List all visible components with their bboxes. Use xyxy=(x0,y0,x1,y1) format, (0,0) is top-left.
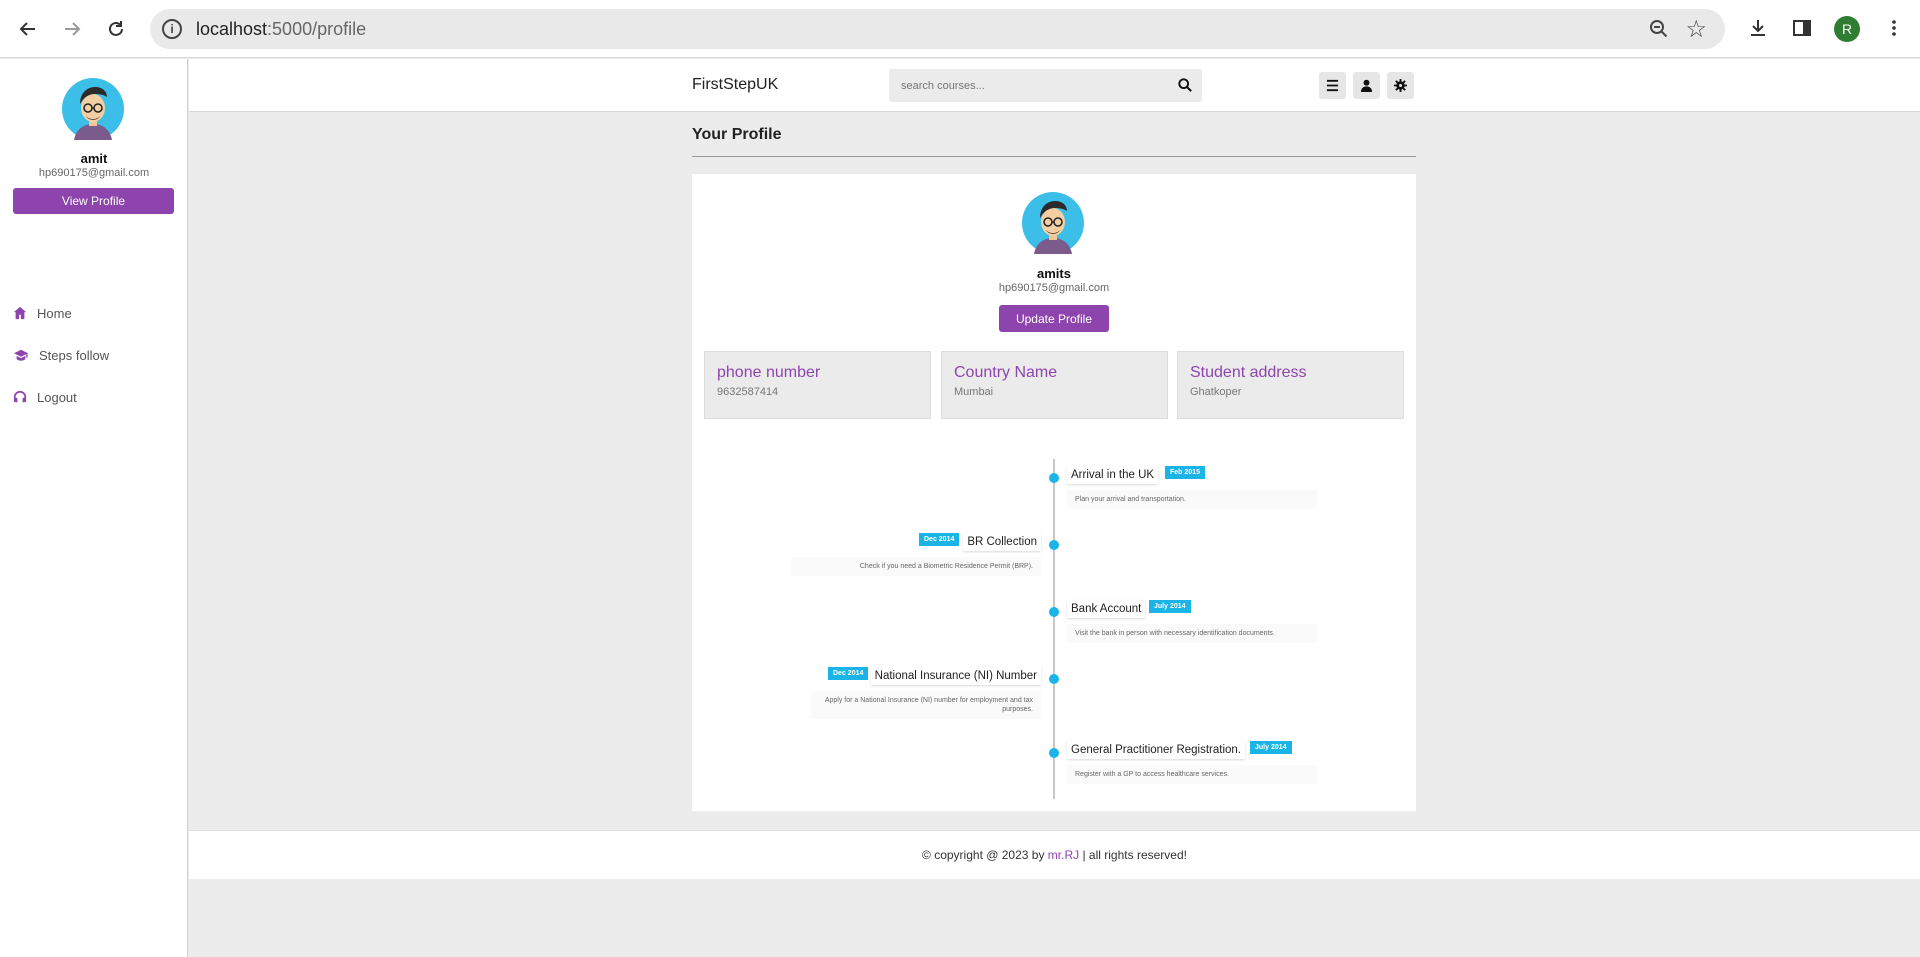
view-profile-button[interactable]: View Profile xyxy=(13,188,174,214)
back-icon[interactable] xyxy=(14,15,42,43)
sidebar-item-logout[interactable]: Logout xyxy=(13,386,77,408)
side-panel-icon[interactable] xyxy=(1788,14,1816,42)
app-header: FirstStepUK xyxy=(189,59,1920,112)
sidebar-user-name: amit xyxy=(80,151,108,166)
user-icon xyxy=(1360,79,1373,92)
brand-logo-text[interactable]: FirstStepUK xyxy=(692,76,778,94)
timeline-title: National Insurance (NI) Number xyxy=(870,667,1041,685)
url-text[interactable]: localhost:5000/profile xyxy=(196,19,366,40)
url-path: :5000/profile xyxy=(267,19,367,39)
avatar[interactable] xyxy=(62,78,124,140)
sidebar: amit hp690175@gmail.com View Profile Hom… xyxy=(0,59,188,957)
hamburger-icon xyxy=(1326,79,1339,92)
footer: © copyright @ 2023 by mr.RJ | all rights… xyxy=(189,830,1920,879)
timeline-item: Arrival in the UK Feb 2015 Plan your arr… xyxy=(692,466,1416,536)
sidebar-item-label: Steps follow xyxy=(39,347,110,363)
search-icon[interactable] xyxy=(1178,78,1192,92)
timeline-description: Check if you need a Biometric Residence … xyxy=(791,557,1041,577)
copyright-suffix: | all rights reserved! xyxy=(1079,848,1187,862)
menu-dots-icon[interactable] xyxy=(1880,14,1908,42)
info-box-label: phone number xyxy=(717,364,821,381)
update-profile-button[interactable]: Update Profile xyxy=(999,305,1109,332)
timeline-title: BR Collection xyxy=(963,533,1041,551)
bookmark-star-icon[interactable]: ☆ xyxy=(1685,15,1707,44)
settings-button[interactable] xyxy=(1387,72,1414,99)
forward-icon[interactable] xyxy=(58,15,86,43)
avatar xyxy=(1022,192,1084,254)
search-input[interactable] xyxy=(889,69,1159,102)
timeline-dot xyxy=(1049,674,1059,684)
profile-card: amits hp690175@gmail.com Update Profile … xyxy=(692,174,1416,811)
timeline-item: BR Collection Dec 2014 Check if you need… xyxy=(692,533,1416,603)
info-box-label: Country Name xyxy=(954,364,1058,381)
info-box-address: Student address Ghatkoper xyxy=(1177,351,1404,419)
timeline-item: Bank Account July 2014 Visit the bank in… xyxy=(692,600,1416,670)
timeline-description: Apply for a National Insurance (NI) numb… xyxy=(811,691,1041,720)
timeline-date-badge: July 2014 xyxy=(1250,741,1292,754)
timeline-dot xyxy=(1049,473,1059,483)
timeline-description: Visit the bank in person with necessary … xyxy=(1067,624,1317,644)
timeline-date-badge: Dec 2014 xyxy=(828,667,869,680)
timeline-date-badge: Dec 2014 xyxy=(919,533,960,546)
profile-email: hp690175@gmail.com xyxy=(998,282,1110,294)
timeline-title: General Practitioner Registration. xyxy=(1067,741,1246,759)
info-box-country: Country Name Mumbai xyxy=(941,351,1168,419)
menu-button[interactable] xyxy=(1319,72,1346,99)
timeline-date-badge: July 2014 xyxy=(1149,600,1191,613)
copyright-prefix: © copyright @ 2023 by xyxy=(922,848,1048,862)
timeline-title: Arrival in the UK xyxy=(1067,466,1159,484)
info-box-phone: phone number 9632587414 xyxy=(704,351,931,419)
gear-icon xyxy=(1394,79,1407,92)
sidebar-user-email: hp690175@gmail.com xyxy=(38,167,150,179)
reload-icon[interactable] xyxy=(102,15,130,43)
info-box-label: Student address xyxy=(1190,364,1307,381)
copyright-text: © copyright @ 2023 by mr.RJ | all rights… xyxy=(189,848,1920,862)
graduation-cap-icon xyxy=(14,349,28,361)
user-button[interactable] xyxy=(1353,72,1380,99)
title-divider xyxy=(692,156,1416,157)
browser-profile-avatar[interactable]: R xyxy=(1834,16,1860,42)
browser-toolbar: i localhost:5000/profile ☆ R xyxy=(0,0,1920,58)
timeline-title: Bank Account xyxy=(1067,600,1146,618)
sidebar-item-label: Home xyxy=(37,305,72,321)
address-bar[interactable]: i localhost:5000/profile ☆ xyxy=(150,9,1725,49)
sidebar-item-label: Logout xyxy=(37,389,77,405)
search-box xyxy=(889,69,1202,102)
info-box-value: Mumbai xyxy=(954,386,994,398)
timeline-description: Register with a GP to access healthcare … xyxy=(1067,765,1317,785)
timeline-date-badge: Feb 2015 xyxy=(1165,466,1205,479)
url-host: localhost xyxy=(196,19,268,39)
sidebar-item-steps-follow[interactable]: Steps follow xyxy=(13,344,109,366)
page-title: Your Profile xyxy=(692,126,782,143)
zoom-icon[interactable] xyxy=(1649,19,1669,39)
footer-brand-link[interactable]: mr.RJ xyxy=(1048,848,1079,862)
timeline-description: Plan your arrival and transportation. xyxy=(1067,490,1317,510)
timeline-dot xyxy=(1049,748,1059,758)
info-box-value: 9632587414 xyxy=(717,386,779,398)
site-info-icon[interactable]: i xyxy=(162,19,182,39)
info-box-value: Ghatkoper xyxy=(1190,386,1242,398)
timeline-item: General Practitioner Registration. July … xyxy=(692,741,1416,811)
home-icon xyxy=(13,306,27,320)
sidebar-item-home[interactable]: Home xyxy=(13,302,72,324)
headset-icon xyxy=(13,390,27,403)
timeline-dot xyxy=(1049,607,1059,617)
timeline-dot xyxy=(1049,540,1059,550)
profile-name: amits xyxy=(1037,266,1071,281)
download-icon[interactable] xyxy=(1744,14,1772,42)
timeline-item: National Insurance (NI) Number Dec 2014 … xyxy=(692,667,1416,737)
timeline: Arrival in the UK Feb 2015 Plan your arr… xyxy=(692,429,1416,811)
